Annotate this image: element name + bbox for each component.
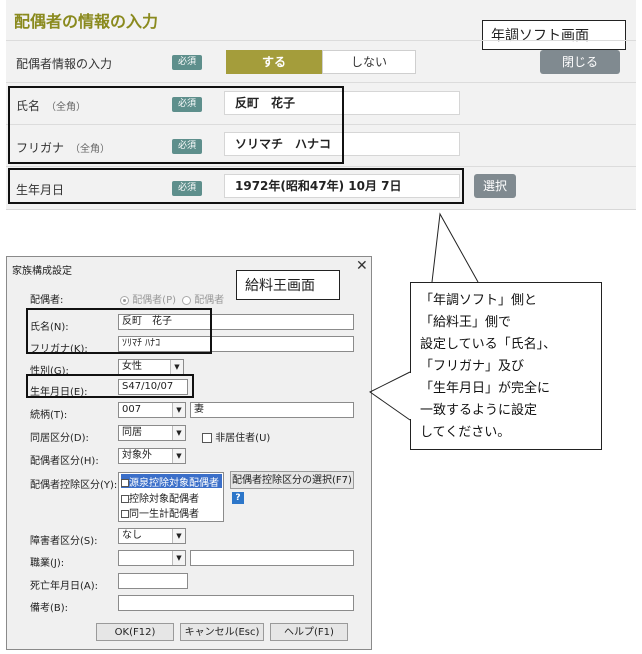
callout-line: 「年調ソフト」側と [420, 293, 538, 308]
callout-line: 一致するように設定 [420, 403, 538, 418]
callout-line: 「給料王」側で [420, 315, 512, 330]
callout-text: 「年調ソフト」側と 「給料王」側で 設定している「氏名」、 「フリガナ」及び 「… [420, 290, 598, 444]
callout-line: 「フリガナ」及び [420, 359, 525, 374]
callout-pointer-left [369, 371, 411, 421]
callout-line: してください。 [420, 425, 511, 440]
callout-pointer-up [431, 212, 479, 283]
callout-line: 「生年月日」が完全に [420, 381, 551, 396]
callout-line: 設定している「氏名」、 [420, 337, 557, 352]
callout-gap-left [410, 373, 411, 419]
callout-gap-top [431, 283, 477, 284]
